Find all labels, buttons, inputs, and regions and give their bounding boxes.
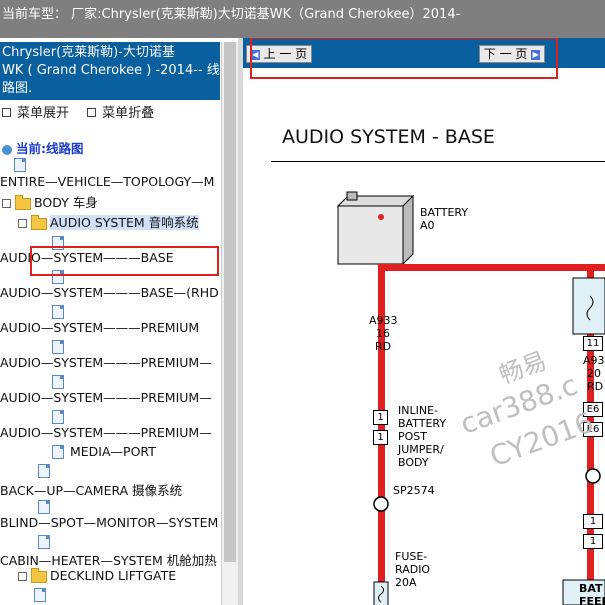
fuse-label: 20A	[395, 576, 417, 589]
tree-item[interactable]: AUDIO—SYSTEM———PREMIUM	[0, 320, 199, 335]
expand-toggle-icon[interactable]	[2, 199, 11, 208]
tree-item-label: DECKLIND LIFTGATE	[50, 568, 177, 583]
wiring-diagram: AUDIO SYSTEM - BASE BATTERY A0 A933 16 R…	[243, 68, 605, 605]
tree-page-node[interactable]	[14, 156, 26, 172]
wire-feed	[378, 264, 605, 271]
tree-item-label: MEDIA—PORT	[70, 444, 156, 459]
vehicle-title: 当前车型： 厂家:Chrysler(克莱斯勒)大切诺基WK（Grand Cher…	[2, 7, 461, 22]
sidebar: Chrysler(克莱斯勒)-大切诺基 WK ( Grand Cherokee …	[0, 38, 238, 605]
connector-pin: 1	[373, 430, 388, 445]
highlight-box	[30, 246, 219, 276]
wire-label: 20	[587, 367, 601, 380]
tree-page-node[interactable]	[52, 408, 64, 424]
tree-page-node[interactable]	[34, 586, 46, 602]
tree-item-media-port[interactable]: MEDIA—PORT	[38, 444, 156, 459]
tree-item[interactable]: BACK—UP—CAMERA 摄像系统	[0, 480, 182, 499]
menu-expand-button[interactable]: 菜单展开	[0, 102, 69, 121]
fuse-block	[572, 277, 605, 335]
tree-item[interactable]: AUDIO—SYSTEM———PREMIUM—	[0, 425, 212, 440]
tree-item[interactable]: ENTIRE—VEHICLE—TOPOLOGY—M	[0, 174, 214, 189]
sidebar-heading-line: 路图.	[2, 81, 33, 96]
sidebar-heading-line: Chrysler(克莱斯勒)-大切诺基	[2, 45, 175, 60]
current-label: 当前:线路图	[16, 141, 84, 156]
page-icon	[38, 463, 50, 478]
splice-icon	[373, 496, 389, 512]
tree-item-audio-system[interactable]: AUDIO SYSTEM 音响系统	[18, 212, 199, 231]
top-header-bar: 当前车型： 厂家:Chrysler(克莱斯勒)大切诺基WK（Grand Cher…	[0, 0, 605, 38]
page-icon	[14, 157, 26, 172]
page-icon	[38, 499, 50, 514]
fuse-label: FUSE-	[395, 550, 428, 563]
page-icon	[34, 587, 46, 602]
tree-page-node[interactable]	[52, 303, 64, 319]
connector-pin: 11	[583, 336, 603, 351]
battery-code: A0	[420, 219, 435, 232]
wire-label: RD	[587, 380, 604, 393]
tree-item[interactable]: CABIN—HEATER—SYSTEM 机舱加热	[0, 550, 217, 569]
connector-label: JUMPER/	[398, 443, 444, 456]
wire-label: A936	[583, 354, 605, 367]
fuse-label: RADIO	[395, 563, 431, 576]
scrollbar-thumb[interactable]	[224, 42, 236, 562]
connector-label: BODY	[398, 456, 429, 469]
tree-item[interactable]: AUDIO—SYSTEM———BASE—(RHD	[0, 285, 219, 300]
connector-pin: 1	[583, 534, 603, 549]
bat-feed-label: FEED	[579, 595, 605, 605]
menu-collapse-button[interactable]: 菜单折叠	[85, 102, 154, 121]
diagram-pane: ◀ 上 一 页 下 一 页 ▶ AUDIO SYSTEM - BASE BATT…	[243, 38, 605, 605]
tree-current[interactable]: 当前:线路图	[2, 138, 84, 157]
tree-page-node[interactable]	[52, 373, 64, 389]
collapse-icon	[87, 108, 97, 117]
globe-icon	[2, 144, 12, 155]
menu-controls: 菜单展开 菜单折叠	[0, 102, 166, 121]
connector-label: INLINE-	[398, 404, 438, 417]
expand-icon	[2, 108, 11, 117]
page-icon	[52, 304, 64, 319]
splice-label: SP2574	[393, 484, 435, 497]
expand-toggle-icon[interactable]	[18, 572, 27, 581]
wire-label: A933	[369, 314, 398, 327]
connector-pin: 1	[373, 410, 388, 425]
wiring-svg	[336, 191, 605, 605]
wire-label: 16	[376, 327, 390, 340]
tree-item[interactable]: BLIND—SPOT—MONITOR—SYSTEM	[0, 515, 218, 530]
tree-item-label: AUDIO SYSTEM 音响系统	[50, 215, 199, 230]
splice-icon	[585, 468, 601, 484]
folder-icon	[31, 214, 47, 230]
tree-page-node[interactable]	[38, 498, 50, 514]
tree-page-node[interactable]	[38, 533, 50, 549]
folder-icon	[15, 194, 31, 210]
tree-page-node[interactable]	[38, 462, 50, 478]
menu-expand-label: 菜单展开	[17, 106, 70, 121]
battery-icon	[336, 191, 415, 266]
tree-item-label: BODY 车身	[34, 195, 98, 210]
connector-label: BATTERY	[398, 417, 447, 430]
tree-page-node[interactable]	[52, 338, 64, 354]
tree-item[interactable]: AUDIO—SYSTEM———PREMIUM—	[0, 355, 212, 370]
bat-feed-label: BAT	[579, 582, 603, 595]
connector-label: POST	[398, 430, 427, 443]
menu-collapse-label: 菜单折叠	[102, 106, 155, 121]
page-icon	[38, 534, 50, 549]
tree-item-body[interactable]: BODY 车身	[2, 192, 98, 211]
tree-item-deckland[interactable]: DECKLIND LIFTGATE	[18, 567, 177, 583]
expand-toggle-icon[interactable]	[18, 219, 27, 228]
page-icon	[52, 374, 64, 389]
sidebar-scrollbar[interactable]	[221, 42, 238, 605]
page-icon	[52, 339, 64, 354]
connector-pin: 1	[583, 514, 603, 529]
tree-item[interactable]: AUDIO—SYSTEM———PREMIUM—	[0, 390, 212, 405]
battery-label: BATTERY	[420, 206, 469, 219]
folder-icon	[31, 567, 47, 583]
sidebar-heading-line: WK ( Grand Cherokee ) -2014-- 线	[2, 63, 220, 78]
wire-label: RD	[375, 340, 392, 353]
sidebar-heading: Chrysler(克莱斯勒)-大切诺基 WK ( Grand Cherokee …	[0, 42, 220, 100]
page-icon	[52, 409, 64, 424]
